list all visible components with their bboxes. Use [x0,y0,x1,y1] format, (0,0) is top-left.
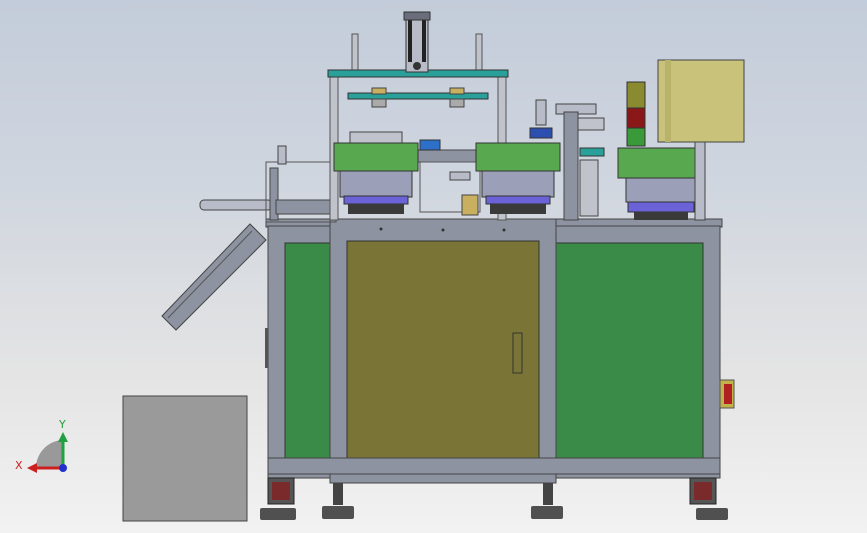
axis-y-label: Y [58,418,66,431]
axis-x-label: X [15,459,23,472]
external-enclosure-box [122,395,248,522]
feeder-bowl-left [333,131,419,214]
leveling-foot [531,483,563,519]
discharge-chute [161,223,267,331]
left-side-panel [284,242,332,459]
right-side-panel [554,242,704,459]
feeder-bowl-center [475,142,561,214]
cabinet-door [346,240,540,466]
machine-frame [265,218,723,484]
status-light-tower [626,81,646,147]
leveling-foot [322,483,354,519]
cad-viewport[interactable]: Y X [0,0,867,533]
emergency-stop-button [719,379,735,409]
caster-wheel-right [689,477,728,520]
feeder-bowl-right [617,147,705,220]
coordinate-triad: Y X [15,418,68,473]
caster-wheel-left [260,477,296,520]
pusher-rod [199,145,337,223]
